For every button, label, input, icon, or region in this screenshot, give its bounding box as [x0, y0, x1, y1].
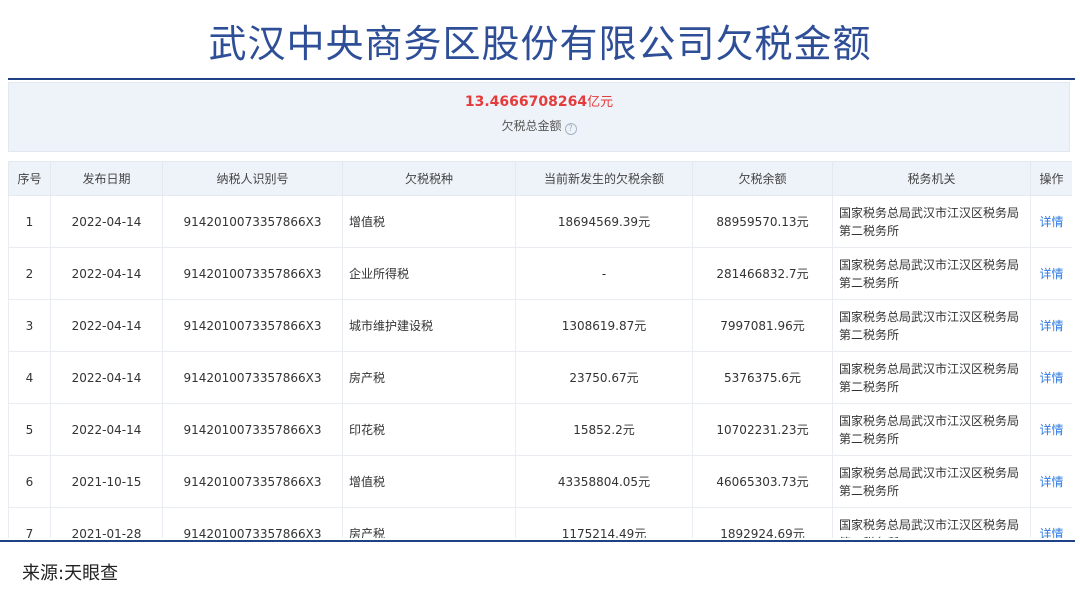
cell-balance: 1892924.69元: [692, 507, 833, 538]
cell-action: 详情: [1030, 455, 1072, 508]
header-action: 操作: [1030, 161, 1072, 196]
cell-action: 详情: [1030, 351, 1072, 404]
total-amount-value: 13.4666708264: [464, 94, 588, 110]
cell-index: 5: [8, 403, 51, 456]
table-row: 7 2021-01-28 9142010073357866X3 房产税 1175…: [8, 507, 1072, 538]
cell-tax-id: 9142010073357866X3: [162, 299, 343, 352]
cell-balance: 10702231.23元: [692, 403, 833, 456]
header-tax-id: 纳税人识别号: [162, 161, 343, 196]
cell-tax-id: 9142010073357866X3: [162, 403, 343, 456]
cell-date: 2021-10-15: [50, 455, 163, 508]
detail-link[interactable]: 详情: [1039, 371, 1063, 385]
summary-panel: 13.4666708264亿元 欠税总金额?: [8, 82, 1070, 152]
cell-index: 1: [8, 195, 51, 248]
source-caption: 来源:天眼查: [22, 563, 119, 584]
cell-tax-type: 企业所得税: [342, 247, 516, 300]
cell-tax-type: 印花税: [342, 403, 516, 456]
detail-link[interactable]: 详情: [1039, 527, 1063, 538]
cell-new-balance: 1308619.87元: [515, 299, 693, 352]
bottom-divider: [0, 540, 1075, 542]
table-row: 5 2022-04-14 9142010073357866X3 印花税 1585…: [8, 403, 1072, 456]
cell-action: 详情: [1030, 507, 1072, 538]
cell-new-balance: 1175214.49元: [515, 507, 693, 538]
cell-balance: 46065303.73元: [692, 455, 833, 508]
detail-link[interactable]: 详情: [1039, 267, 1063, 281]
header-office: 税务机关: [832, 161, 1031, 196]
cell-index: 2: [8, 247, 51, 300]
cell-office: 国家税务总局武汉市江汉区税务局第二税务所: [832, 351, 1031, 404]
cell-balance: 7997081.96元: [692, 299, 833, 352]
cell-tax-id: 9142010073357866X3: [162, 351, 343, 404]
cell-tax-id: 9142010073357866X3: [162, 507, 343, 538]
header-tax-type: 欠税税种: [342, 161, 516, 196]
cell-tax-type: 城市维护建设税: [342, 299, 516, 352]
page-title: 武汉中央商务区股份有限公司欠税金额: [208, 22, 872, 66]
header-date: 发布日期: [50, 161, 163, 196]
cell-tax-id: 9142010073357866X3: [162, 247, 343, 300]
cell-action: 详情: [1030, 299, 1072, 352]
cell-action: 详情: [1030, 195, 1072, 248]
detail-link[interactable]: 详情: [1039, 319, 1063, 333]
cell-office: 国家税务总局武汉市江汉区税务局第二税务所: [832, 299, 1031, 352]
cell-balance: 88959570.13元: [692, 195, 833, 248]
cell-new-balance: 15852.2元: [515, 403, 693, 456]
cell-index: 7: [8, 507, 51, 538]
table-row: 2 2022-04-14 9142010073357866X3 企业所得税 - …: [8, 247, 1072, 300]
top-divider: [8, 78, 1075, 80]
cell-date: 2022-04-14: [50, 299, 163, 352]
table-row: 6 2021-10-15 9142010073357866X3 增值税 4335…: [8, 455, 1072, 508]
header-balance: 欠税余额: [692, 161, 833, 196]
cell-action: 详情: [1030, 247, 1072, 300]
cell-office: 国家税务总局武汉市江汉区税务局第二税务所: [832, 507, 1031, 538]
cell-new-balance: 23750.67元: [515, 351, 693, 404]
cell-new-balance: -: [515, 247, 693, 300]
cell-tax-id: 9142010073357866X3: [162, 195, 343, 248]
cell-index: 3: [8, 299, 51, 352]
total-amount-unit: 亿元: [587, 95, 614, 110]
detail-link[interactable]: 详情: [1039, 423, 1063, 437]
total-amount-label-row: 欠税总金额?: [9, 118, 1069, 135]
cell-action: 详情: [1030, 403, 1072, 456]
cell-date: 2022-04-14: [50, 351, 163, 404]
cell-date: 2022-04-14: [50, 403, 163, 456]
table-row: 1 2022-04-14 9142010073357866X3 增值税 1869…: [8, 195, 1072, 248]
cell-tax-id: 9142010073357866X3: [162, 455, 343, 508]
total-amount: 13.4666708264亿元: [9, 93, 1069, 112]
header-index: 序号: [8, 161, 51, 196]
cell-balance: 5376375.6元: [692, 351, 833, 404]
cell-new-balance: 18694569.39元: [515, 195, 693, 248]
cell-new-balance: 43358804.05元: [515, 455, 693, 508]
detail-link[interactable]: 详情: [1039, 215, 1063, 229]
cell-tax-type: 房产税: [342, 507, 516, 538]
tax-table: 序号 发布日期 纳税人识别号 欠税税种 当前新发生的欠税余额 欠税余额 税务机关…: [8, 161, 1072, 538]
cell-date: 2022-04-14: [50, 195, 163, 248]
header-new-balance: 当前新发生的欠税余额: [515, 161, 693, 196]
cell-office: 国家税务总局武汉市江汉区税务局第二税务所: [832, 455, 1031, 508]
cell-tax-type: 增值税: [342, 455, 516, 508]
cell-date: 2021-01-28: [50, 507, 163, 538]
cell-index: 6: [8, 455, 51, 508]
table-header-row: 序号 发布日期 纳税人识别号 欠税税种 当前新发生的欠税余额 欠税余额 税务机关…: [8, 161, 1072, 196]
question-circle-icon[interactable]: ?: [564, 123, 577, 135]
cell-index: 4: [8, 351, 51, 404]
cell-balance: 281466832.7元: [692, 247, 833, 300]
table-row: 3 2022-04-14 9142010073357866X3 城市维护建设税 …: [8, 299, 1072, 352]
total-amount-label: 欠税总金额: [501, 119, 562, 133]
cell-tax-type: 房产税: [342, 351, 516, 404]
table-row: 4 2022-04-14 9142010073357866X3 房产税 2375…: [8, 351, 1072, 404]
cell-tax-type: 增值税: [342, 195, 516, 248]
cell-office: 国家税务总局武汉市江汉区税务局第二税务所: [832, 403, 1031, 456]
tax-table-container[interactable]: 序号 发布日期 纳税人识别号 欠税税种 当前新发生的欠税余额 欠税余额 税务机关…: [8, 161, 1072, 538]
cell-office: 国家税务总局武汉市江汉区税务局第二税务所: [832, 247, 1031, 300]
detail-link[interactable]: 详情: [1039, 475, 1063, 489]
cell-date: 2022-04-14: [50, 247, 163, 300]
cell-office: 国家税务总局武汉市江汉区税务局第二税务所: [832, 195, 1031, 248]
